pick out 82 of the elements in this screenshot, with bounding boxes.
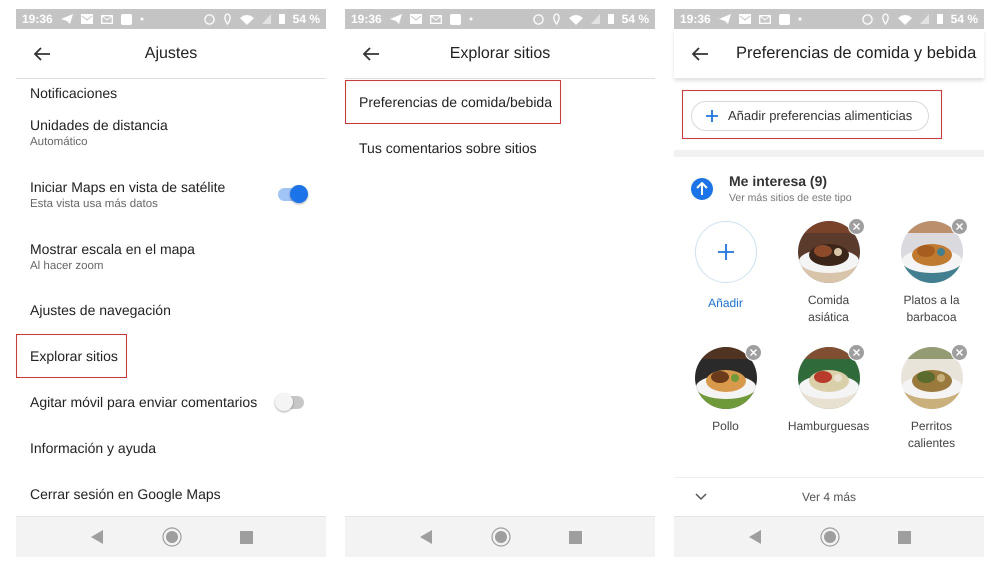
settings-item[interactable]: Explorar sitios bbox=[30, 348, 118, 364]
battery-icon bbox=[936, 14, 943, 24]
envelope-icon bbox=[100, 14, 113, 24]
back-icon[interactable] bbox=[90, 529, 104, 545]
settings-item[interactable]: Tus comentarios sobre sitios bbox=[359, 140, 537, 156]
plus-icon bbox=[718, 244, 734, 260]
toggle-switch[interactable] bbox=[278, 396, 304, 408]
battery-icon bbox=[278, 14, 285, 24]
home-icon[interactable] bbox=[162, 527, 182, 547]
paper-plane-icon bbox=[718, 13, 731, 25]
section-subtitle: Ver más sitios de este tipo bbox=[729, 192, 852, 204]
item-subtitle: Esta vista usa más datos bbox=[30, 198, 159, 210]
signal-icon bbox=[590, 14, 600, 24]
close-icon[interactable] bbox=[848, 344, 864, 361]
screen-title: Explorar sitios bbox=[448, 44, 552, 62]
alarm-icon bbox=[862, 14, 873, 24]
signal-icon bbox=[920, 14, 929, 24]
envelope-icon bbox=[410, 14, 422, 24]
envelope-icon bbox=[738, 14, 751, 24]
tile-label[interactable]: Hamburguesas bbox=[788, 418, 870, 435]
wifi-icon bbox=[240, 14, 254, 24]
wifi-icon bbox=[898, 14, 912, 24]
location-pin-icon bbox=[880, 13, 890, 25]
dot-icon bbox=[468, 17, 473, 21]
status-time: 19:36 bbox=[22, 12, 53, 26]
settings-item[interactable]: Agitar móvil para enviar comentarios bbox=[30, 394, 258, 410]
settings-item[interactable]: Preferencias de comida/bebida bbox=[359, 94, 552, 110]
envelope-icon bbox=[430, 14, 442, 24]
app-icon bbox=[778, 14, 790, 24]
signal-icon bbox=[262, 14, 271, 24]
battery-level: 54 % bbox=[292, 12, 320, 26]
recents-icon[interactable] bbox=[240, 530, 252, 544]
envelope-icon bbox=[80, 14, 93, 24]
tile-label[interactable]: Añadir bbox=[708, 295, 743, 312]
dot-icon bbox=[140, 17, 144, 21]
back-icon[interactable] bbox=[418, 529, 432, 545]
settings-item[interactable]: Información y ayuda bbox=[30, 440, 156, 456]
paper-plane-icon bbox=[60, 13, 73, 25]
item-subtitle: Automático bbox=[30, 136, 89, 148]
location-pin-icon bbox=[552, 13, 561, 25]
home-icon[interactable] bbox=[490, 527, 510, 547]
battery-level: 54 % bbox=[622, 12, 649, 26]
settings-item[interactable]: Mostrar escala en el mapa bbox=[30, 240, 195, 256]
envelope-icon bbox=[758, 14, 771, 24]
settings-item[interactable]: Ajustes de navegación bbox=[30, 302, 171, 318]
alarm-icon bbox=[204, 14, 215, 24]
show-more-link[interactable]: Ver 4 más bbox=[674, 490, 984, 504]
back-arrow-icon[interactable] bbox=[33, 46, 51, 62]
recents-icon[interactable] bbox=[568, 530, 582, 544]
plus-icon bbox=[706, 110, 718, 122]
app-icon bbox=[120, 14, 132, 24]
settings-item[interactable]: Cerrar sesión en Google Maps bbox=[30, 486, 221, 502]
battery-level: 54 % bbox=[950, 12, 978, 26]
close-icon[interactable] bbox=[744, 344, 762, 361]
battery-icon bbox=[608, 14, 614, 24]
screen-title: Preferencias de comida y bebida bbox=[736, 44, 978, 63]
back-arrow-icon[interactable] bbox=[691, 46, 709, 62]
tile-label[interactable]: Platos a la barbacoa bbox=[903, 292, 960, 326]
tile-label[interactable]: Comida asiática bbox=[808, 292, 850, 326]
app-icon bbox=[450, 14, 461, 24]
location-pin-icon bbox=[222, 13, 232, 25]
add-preferences-button[interactable]: Añadir preferencias alimenticias bbox=[691, 100, 930, 130]
status-time: 19:36 bbox=[680, 12, 711, 26]
recents-icon[interactable] bbox=[898, 530, 910, 544]
tile-label[interactable]: Perritos calientes bbox=[908, 418, 956, 452]
dot-icon bbox=[798, 17, 802, 21]
settings-item[interactable]: Unidades de distancia bbox=[30, 116, 168, 132]
settings-item[interactable]: Iniciar Maps en vista de satélite bbox=[30, 178, 226, 194]
item-subtitle: Al hacer zoom bbox=[30, 260, 105, 272]
close-icon[interactable] bbox=[848, 218, 864, 235]
section-title: Me interesa (9) bbox=[729, 173, 828, 189]
back-arrow-icon[interactable] bbox=[362, 46, 380, 62]
back-icon[interactable] bbox=[748, 529, 762, 545]
alarm-icon bbox=[532, 14, 544, 24]
status-time: 19:36 bbox=[351, 12, 382, 26]
home-icon[interactable] bbox=[820, 527, 840, 547]
paper-plane-icon bbox=[390, 13, 402, 25]
screen-title: Ajustes bbox=[144, 44, 198, 62]
tile-label[interactable]: Pollo bbox=[712, 418, 739, 435]
wifi-icon bbox=[568, 14, 583, 24]
settings-item[interactable]: Notificaciones bbox=[30, 85, 118, 101]
chevron-down-icon[interactable] bbox=[695, 493, 707, 501]
